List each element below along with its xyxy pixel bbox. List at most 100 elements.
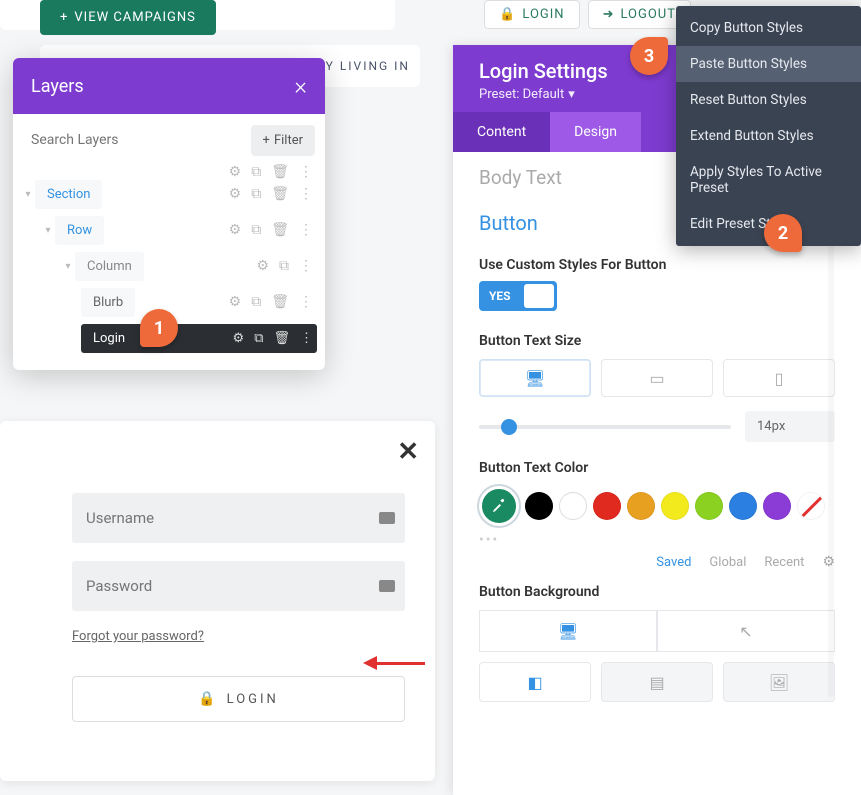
kebab-icon[interactable]: ⋮ bbox=[299, 222, 313, 238]
tree-row-section[interactable]: ▾ Section ⚙ ⧉ 🗑 ⋮ bbox=[21, 176, 317, 212]
color-swatch[interactable] bbox=[525, 492, 553, 520]
login-button[interactable]: 🔒 LOGIN bbox=[72, 676, 405, 722]
duplicate-icon[interactable]: ⧉ bbox=[279, 258, 289, 274]
login-top-button[interactable]: 🔒 LOGIN bbox=[484, 0, 579, 29]
gear-icon[interactable]: ⚙ bbox=[233, 331, 245, 346]
chevron-down-icon[interactable]: ▾ bbox=[21, 189, 35, 200]
trash-icon[interactable]: 🗑 bbox=[271, 222, 289, 238]
ctx-paste-styles[interactable]: Paste Button Styles bbox=[676, 46, 861, 82]
callout-2: 2 bbox=[764, 214, 802, 252]
duplicate-icon[interactable]: ⧉ bbox=[251, 186, 261, 202]
color-tab-saved[interactable]: Saved bbox=[656, 555, 691, 570]
kebab-icon[interactable]: ⋮ bbox=[299, 186, 313, 202]
column-label[interactable]: Column bbox=[75, 252, 144, 281]
trash-icon[interactable]: 🗑 bbox=[271, 186, 289, 202]
color-tab-recent[interactable]: Recent bbox=[764, 555, 804, 570]
slider-thumb[interactable] bbox=[501, 419, 517, 435]
arrow-line bbox=[377, 662, 425, 665]
use-custom-label: Use Custom Styles For Button bbox=[479, 257, 689, 273]
bg-type-gradient[interactable]: ▤ bbox=[601, 662, 713, 702]
color-swatch[interactable] bbox=[695, 492, 723, 520]
view-campaigns-button[interactable]: + VIEW CAMPAIGNS bbox=[40, 0, 216, 35]
username-field[interactable] bbox=[72, 493, 405, 543]
duplicate-icon[interactable]: ⧉ bbox=[251, 222, 261, 238]
color-swatch[interactable] bbox=[661, 492, 689, 520]
ctx-apply-preset[interactable]: Apply Styles To Active Preset bbox=[676, 154, 861, 206]
duplicate-icon[interactable]: ⧉ bbox=[254, 331, 263, 346]
more-icon[interactable]: ••• bbox=[479, 532, 835, 548]
tree-actions: ⚙ ⧉ ⋮ bbox=[256, 258, 313, 274]
login-module-label[interactable]: Login ⚙ ⧉ 🗑 ⋮ bbox=[81, 324, 317, 353]
username-wrap bbox=[72, 493, 405, 543]
color-swatch[interactable] bbox=[729, 492, 757, 520]
chevron-down-icon[interactable]: ▾ bbox=[41, 225, 55, 236]
layers-title: Layers bbox=[31, 76, 84, 97]
color-swatches bbox=[479, 486, 835, 526]
color-tabs: Saved Global Recent ⚙ bbox=[479, 554, 835, 570]
color-swatch[interactable] bbox=[559, 492, 587, 520]
section-label[interactable]: Section bbox=[35, 180, 102, 209]
ctx-extend-styles[interactable]: Extend Button Styles bbox=[676, 118, 861, 154]
device-desktop[interactable]: 🖥 bbox=[479, 359, 591, 397]
ctx-reset-styles[interactable]: Reset Button Styles bbox=[676, 82, 861, 118]
tree-row-column[interactable]: ▾ Column ⚙ ⧉ ⋮ bbox=[21, 248, 317, 284]
tablet-icon: ▭ bbox=[649, 369, 664, 388]
callout-3: 3 bbox=[630, 37, 668, 75]
tree-row-hidden-top: ⚙ ⧉ 🗑 ⋮ bbox=[21, 166, 317, 176]
text-size-slider[interactable] bbox=[479, 425, 731, 429]
bg-state-hover[interactable]: ↖ bbox=[657, 610, 835, 652]
chevron-down-icon[interactable]: ▾ bbox=[61, 261, 75, 272]
color-swatch[interactable] bbox=[627, 492, 655, 520]
tab-content[interactable]: Content bbox=[453, 112, 550, 152]
duplicate-icon[interactable]: ⧉ bbox=[251, 294, 261, 310]
device-phone[interactable]: ▯ bbox=[723, 359, 835, 397]
search-input[interactable] bbox=[23, 122, 243, 158]
color-swatch-none[interactable] bbox=[797, 492, 825, 520]
use-custom-toggle[interactable]: YES bbox=[479, 281, 557, 311]
color-swatch-active[interactable] bbox=[479, 486, 519, 526]
gear-icon[interactable]: ⚙ bbox=[229, 294, 242, 310]
tree-actions: ⚙ ⧉ 🗑 ⋮ bbox=[229, 294, 313, 310]
callout-1: 1 bbox=[140, 309, 178, 347]
trash-icon[interactable]: 🗑 bbox=[273, 331, 290, 346]
text-color-label: Button Text Color bbox=[479, 460, 835, 476]
tree-row-row[interactable]: ▾ Row ⚙ ⧉ 🗑 ⋮ bbox=[21, 212, 317, 248]
blurb-label[interactable]: Blurb bbox=[81, 288, 135, 317]
text-size-value[interactable]: 14px bbox=[745, 411, 835, 442]
layers-search-row: + Filter bbox=[13, 114, 325, 166]
kebab-icon[interactable]: ⋮ bbox=[299, 258, 313, 274]
gear-icon[interactable]: ⚙ bbox=[256, 258, 269, 274]
fill-icon: ◧ bbox=[527, 673, 542, 692]
annotation-arrow bbox=[363, 656, 425, 670]
tab-design[interactable]: Design bbox=[550, 112, 641, 152]
color-tab-global[interactable]: Global bbox=[709, 555, 746, 570]
filter-label: Filter bbox=[274, 133, 303, 148]
bg-type-color[interactable]: ◧ bbox=[479, 662, 591, 702]
bg-state-default[interactable]: 🖥 bbox=[479, 610, 657, 652]
close-icon[interactable]: × bbox=[294, 72, 307, 100]
toggle-yes-label: YES bbox=[479, 289, 521, 303]
scrollbar[interactable] bbox=[828, 237, 834, 697]
button-section-title: Button bbox=[479, 211, 538, 235]
cursor-icon: ↖ bbox=[739, 622, 752, 641]
close-icon[interactable]: ✕ bbox=[397, 437, 419, 467]
trash-icon[interactable]: 🗑 bbox=[271, 294, 289, 310]
bg-type-tabs: ◧ ▤ 🖼 bbox=[479, 662, 835, 702]
row-label[interactable]: Row bbox=[55, 216, 104, 245]
device-tablet[interactable]: ▭ bbox=[601, 359, 713, 397]
color-swatch[interactable] bbox=[593, 492, 621, 520]
tree-actions: ⚙ ⧉ 🗑 ⋮ bbox=[229, 222, 313, 238]
tree-actions: ⚙ ⧉ 🗑 ⋮ bbox=[233, 331, 313, 346]
kebab-icon[interactable]: ⋮ bbox=[299, 294, 313, 310]
top-right-buttons: 🔒 LOGIN ➜ LOGOUT bbox=[484, 0, 691, 29]
forgot-password-link[interactable]: Forgot your password? bbox=[72, 629, 405, 644]
ctx-copy-styles[interactable]: Copy Button Styles bbox=[676, 10, 861, 46]
gear-icon[interactable]: ⚙ bbox=[229, 222, 242, 238]
kebab-icon[interactable]: ⋮ bbox=[300, 331, 313, 346]
button-bg-label: Button Background bbox=[479, 584, 835, 600]
bg-type-image[interactable]: 🖼 bbox=[723, 662, 835, 702]
password-field[interactable] bbox=[72, 561, 405, 611]
gear-icon[interactable]: ⚙ bbox=[229, 186, 242, 202]
color-swatch[interactable] bbox=[763, 492, 791, 520]
filter-button[interactable]: + Filter bbox=[251, 125, 315, 156]
